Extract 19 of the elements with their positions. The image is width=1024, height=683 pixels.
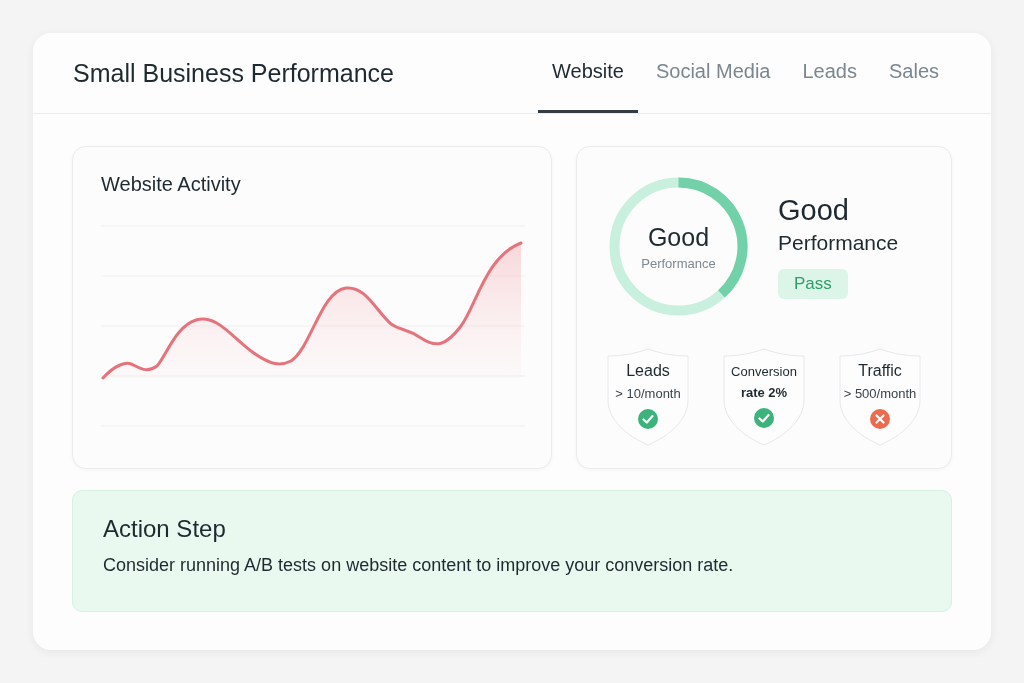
tab[interactable]: Sales — [874, 33, 953, 113]
criterion-label: Traffic — [858, 362, 902, 380]
action-title: Action Step — [103, 515, 227, 543]
criterion-label: Conversion — [731, 364, 797, 379]
rating-subtitle: Performance — [778, 231, 899, 255]
gauge-label: Good — [647, 222, 710, 252]
tab[interactable]: Website — [538, 33, 638, 113]
criterion-label: Leads — [626, 362, 670, 380]
tab[interactable]: Leads — [788, 33, 871, 113]
dashboard-title: Small Business Performance — [73, 58, 394, 88]
criterion-detail: rate 2% — [740, 385, 788, 400]
card-title: Website Activity — [101, 173, 242, 196]
action-text: Consider running A/B tests on website content to improve your conversion rate. — [103, 555, 735, 576]
rating-text: Good — [778, 194, 849, 227]
status-badge: Pass — [778, 269, 848, 299]
gauge-caption: Performance — [641, 255, 716, 271]
tab[interactable]: Social Media — [641, 33, 785, 113]
criterion-detail: > 500/month — [843, 386, 917, 401]
criterion-detail: > 10/month — [615, 386, 681, 401]
